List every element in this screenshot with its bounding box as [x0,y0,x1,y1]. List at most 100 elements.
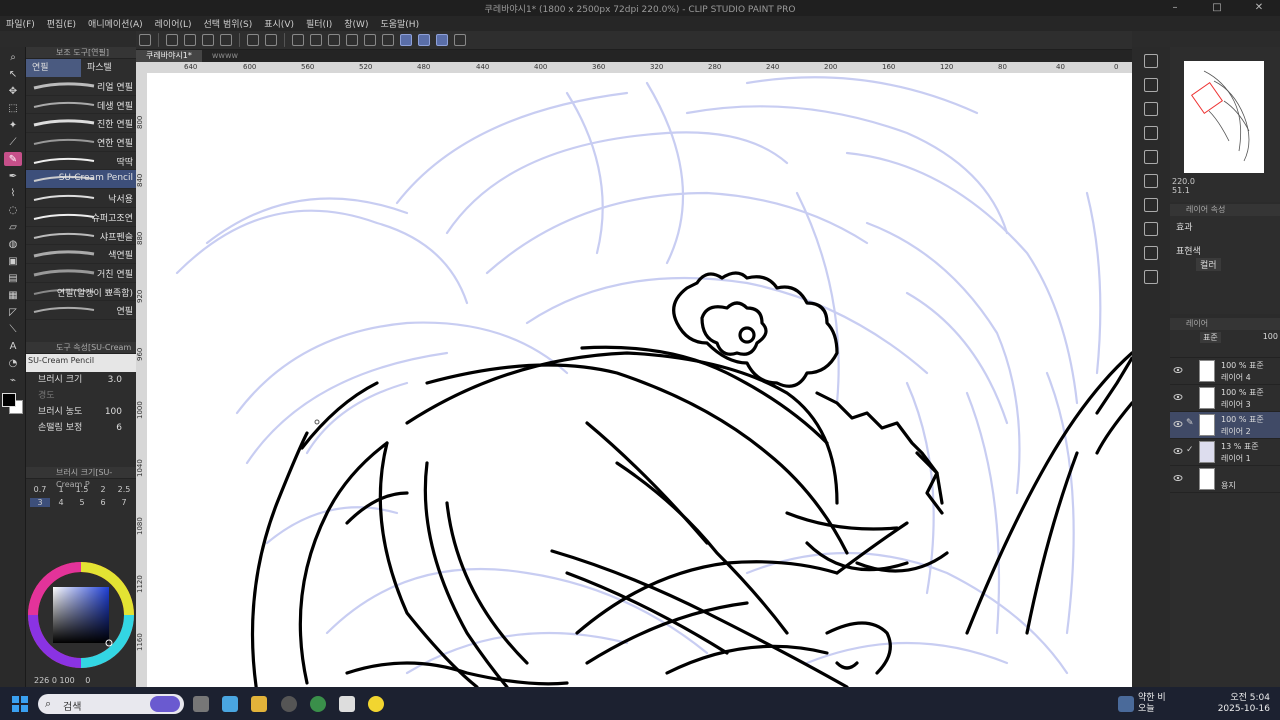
search-icon[interactable] [1144,54,1158,68]
fill-tool-icon[interactable]: ▣ [4,254,22,268]
timeline-icon[interactable] [1144,270,1158,284]
history-icon[interactable] [1144,198,1158,212]
file-explorer-icon[interactable] [251,696,267,712]
layer-row[interactable]: 용지 [1170,466,1280,493]
app-icon[interactable] [281,696,297,712]
tab-pencil[interactable]: 연필 [26,59,81,77]
figure-tool-icon[interactable]: ▦ [4,288,22,302]
close-button[interactable]: ✕ [1238,0,1280,16]
brush-item[interactable]: 거친 연필 [26,264,136,283]
clip-studio-icon[interactable] [454,34,466,46]
expression-color-select[interactable]: 컬러 [1196,258,1221,271]
brush-tool-icon[interactable]: ⌇ [4,186,22,200]
visibility-eye-icon[interactable] [1173,366,1183,374]
deselect-icon[interactable] [346,34,358,46]
size-preset[interactable]: 6 [93,498,113,507]
visibility-eye-icon[interactable] [1173,447,1183,455]
menu-layer[interactable]: 레이어(L) [149,17,198,30]
frame-tool-icon[interactable]: ◸ [4,305,22,319]
ruler-tool-icon[interactable]: ⟍ [4,322,22,336]
menu-view[interactable]: 표시(V) [258,17,300,30]
tab-document[interactable]: 쿠레바야시1* [136,50,202,62]
size-preset[interactable]: 2 [93,485,113,494]
size-preset[interactable]: 0.7 [30,485,50,494]
layer-icon[interactable] [1144,102,1158,116]
brush-item[interactable]: 진한 연필 [26,114,136,134]
layer-row-selected[interactable]: ✎ 100 % 표준 레이어 2 [1170,412,1280,439]
size-preset[interactable]: 1.5 [72,485,92,494]
operation-tool-icon[interactable]: ↖ [4,67,22,81]
new-file-icon[interactable] [166,34,178,46]
brush-item[interactable]: 리얼 연필 [26,77,136,96]
tab-pastel[interactable]: 파스텔 [81,59,136,77]
loading-icon[interactable] [292,34,304,46]
menu-edit[interactable]: 편집(E) [41,17,82,30]
brush-item[interactable]: 연필 [26,301,136,320]
auto-action-icon[interactable] [1144,246,1158,260]
close-panel-icon[interactable] [1144,78,1158,92]
copilot-icon[interactable] [222,696,238,712]
snap-ruler-icon[interactable] [400,34,412,46]
layer-row[interactable]: 100 % 표준 레이어 3 [1170,385,1280,412]
delete-icon[interactable] [1144,126,1158,140]
brush-item[interactable]: 딱딱 [26,152,136,171]
menu-filter[interactable]: 필터(I) [300,17,338,30]
balloon-tool-icon[interactable]: ◔ [4,356,22,370]
brush-item[interactable]: 낙서용 [26,189,136,208]
fill-icon[interactable] [310,34,322,46]
material-icon[interactable] [1144,174,1158,188]
rotation-value[interactable]: 51.1 [1172,186,1195,195]
visibility-eye-icon[interactable] [1173,420,1183,428]
size-preset[interactable]: 7 [114,498,134,507]
eraser-tool-icon[interactable]: ▱ [4,220,22,234]
brush-item[interactable]: 데생 연필 [26,96,136,115]
brush-item[interactable]: 연필(알갱이 뾰족함) [26,283,136,302]
menu-animation[interactable]: 애니메이션(A) [82,17,149,30]
visibility-eye-icon[interactable] [1173,393,1183,401]
text-tool-icon[interactable]: A [4,339,22,353]
eyedropper-tool-icon[interactable]: ⟋ [4,135,22,149]
transform-icon[interactable] [328,34,340,46]
minimize-button[interactable]: – [1154,0,1196,16]
pen-tool-icon[interactable]: ✒ [4,169,22,183]
taskbar-clock[interactable]: 오전 5:04 2025-10-16 [1212,693,1270,715]
stabilization-value[interactable]: 6 [116,420,122,436]
save-icon[interactable] [202,34,214,46]
maximize-button[interactable]: □ [1196,0,1238,16]
snap-grid-icon[interactable] [436,34,448,46]
brush-size-row[interactable]: 브러시 크기 3.0 [26,372,136,388]
clip-studio-paint-icon[interactable] [368,696,384,712]
density-row[interactable]: 브러시 농도 100 [26,404,136,420]
size-preset[interactable]: 5 [72,498,92,507]
zoom-tool-icon[interactable]: ⌕ [4,50,22,64]
layer-row[interactable]: ✓ 13 % 표준 레이어 1 [1170,439,1280,466]
export-icon[interactable] [220,34,232,46]
windows-start-icon[interactable] [12,696,28,712]
selection-tool-icon[interactable]: ⬚ [4,101,22,115]
clip-studio-icon[interactable] [339,696,355,712]
layer-row[interactable]: 100 % 표준 레이어 4 [1170,358,1280,385]
auto-select-tool-icon[interactable]: ✦ [4,118,22,132]
undo-icon[interactable] [247,34,259,46]
hardness-row[interactable]: 경도 [26,388,136,404]
brush-item[interactable]: 샤프펜슬 [26,227,136,246]
color-swatch[interactable] [2,393,24,415]
zoom-value[interactable]: 220.0 [1172,177,1195,186]
task-view-icon[interactable] [193,696,209,712]
visibility-eye-icon[interactable] [1173,474,1183,482]
menu-help[interactable]: 도움말(H) [374,17,425,30]
menu-selection[interactable]: 선택 범위(S) [198,17,259,30]
snap-special-ruler-icon[interactable] [418,34,430,46]
open-file-icon[interactable] [184,34,196,46]
invert-selection-icon[interactable] [382,34,394,46]
gradient-tool-icon[interactable]: ▤ [4,271,22,285]
weather-widget[interactable]: 약한 비 오늘 [1138,693,1166,715]
foreground-color[interactable] [2,393,16,407]
layer-opacity-value[interactable]: 100 [1263,332,1278,341]
navigator-thumbnail[interactable] [1184,61,1264,173]
pencil-tool-icon[interactable]: ✎ [4,152,22,166]
color-wheel[interactable] [26,559,136,677]
crop-icon[interactable] [364,34,376,46]
size-preset[interactable]: 1 [51,485,71,494]
menu-window[interactable]: 창(W) [338,17,374,30]
